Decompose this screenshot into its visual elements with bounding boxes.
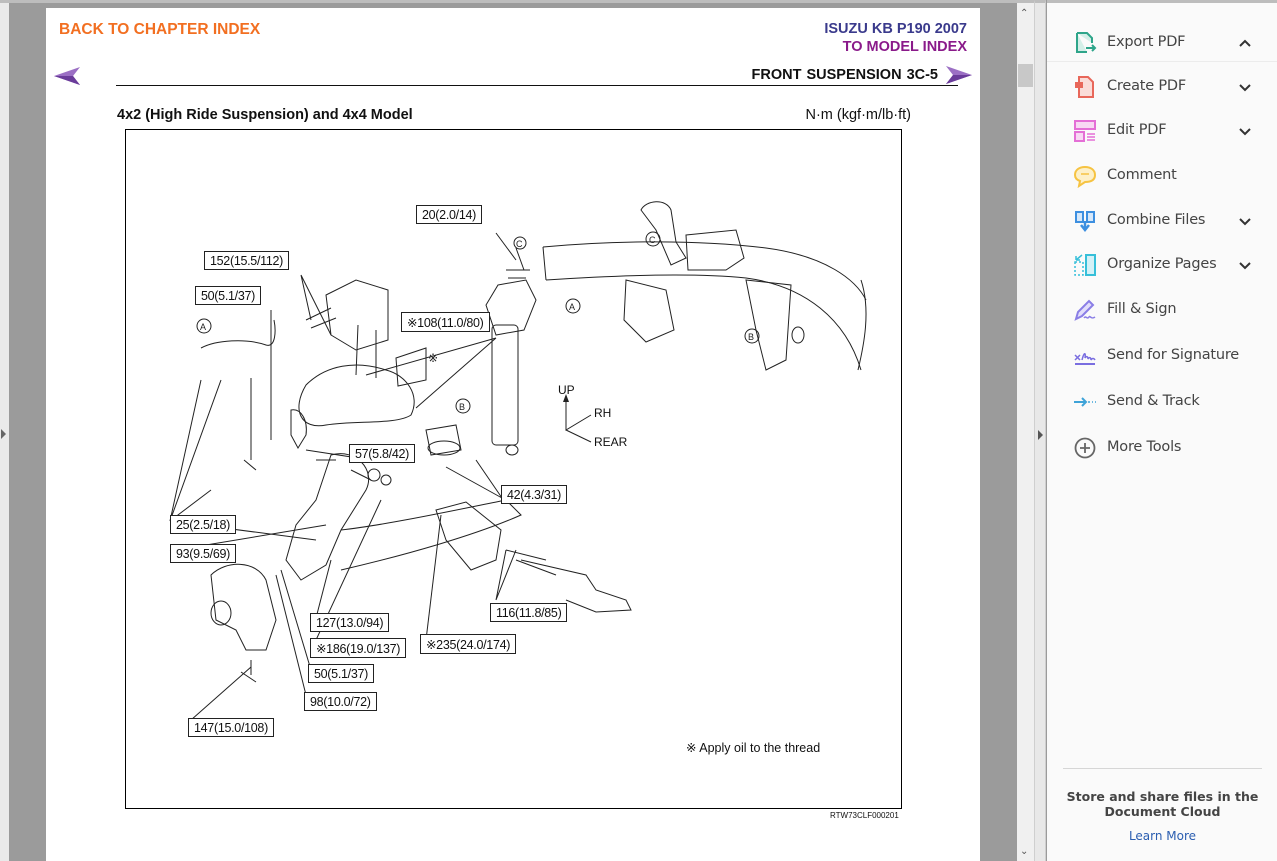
tool-label: Organize Pages (1107, 256, 1217, 272)
to-model-index-link[interactable]: TO MODEL INDEX (843, 39, 967, 55)
chevron-down-icon[interactable] (1237, 257, 1253, 273)
torque-label: ※186(19.0/137) (310, 638, 407, 658)
chevron-down-icon[interactable] (1237, 123, 1253, 139)
suspension-diagram: C A B C ※ A B 20(2.0/14) 152(15.5/112) 5… (125, 129, 902, 809)
document-viewport: BACK TO CHAPTER INDEX ISUZU KB P190 2007… (9, 0, 1017, 861)
tool-send-for-signature[interactable]: Send for Signature (1047, 338, 1277, 374)
learn-more-link[interactable]: Learn More (1063, 829, 1262, 843)
tool-create-pdf[interactable]: Create PDF (1047, 69, 1277, 105)
svg-text:※: ※ (428, 351, 438, 365)
torque-label: 50(5.1/37) (308, 664, 374, 683)
model-subtitle: 4x2 (High Ride Suspension) and 4x4 Model (117, 107, 413, 123)
axis-rh-label: RH (594, 406, 612, 420)
tool-label: Export PDF (1107, 34, 1186, 50)
pdf-reader-window: BACK TO CHAPTER INDEX ISUZU KB P190 2007… (0, 0, 1277, 861)
tool-label: Create PDF (1107, 78, 1187, 94)
left-pane-toggle[interactable] (0, 0, 9, 861)
torque-label: 20(2.0/14) (416, 205, 482, 224)
model-title: ISUZU KB P190 2007 (824, 21, 967, 37)
torque-units: N·m (kgf·m/lb·ft) (805, 107, 911, 123)
chevron-down-icon[interactable] (1237, 79, 1253, 95)
create-pdf-icon (1075, 76, 1094, 98)
back-to-chapter-index-link[interactable]: BACK TO CHAPTER INDEX (59, 21, 260, 39)
suspension-line-drawing: C A B C ※ A B (169, 201, 867, 721)
tool-label: Combine Files (1107, 212, 1206, 228)
axis-up-label: UP (558, 383, 575, 397)
tool-label: Edit PDF (1107, 122, 1167, 138)
tool-divider (1047, 61, 1277, 62)
collapse-tools-pane-icon[interactable] (1038, 430, 1043, 440)
tool-edit-pdf[interactable]: Edit PDF (1047, 113, 1277, 149)
svg-text:C: C (649, 235, 656, 245)
send-track-icon (1074, 397, 1096, 407)
tool-fill-sign[interactable]: Fill & Sign (1047, 292, 1277, 328)
svg-text:B: B (748, 332, 754, 342)
torque-label: 93(9.5/69) (170, 544, 236, 563)
tool-send-track[interactable]: Send & Track (1047, 384, 1277, 420)
tool-more-tools[interactable]: More Tools (1047, 430, 1277, 466)
expand-left-pane-icon[interactable] (1, 429, 6, 439)
combine-files-icon (1075, 211, 1095, 233)
tool-label: Send & Track (1107, 393, 1200, 409)
tool-label: Send for Signature (1107, 347, 1240, 363)
tools-pane: Export PDF Create PDF Edit PDF Comment C… (1047, 0, 1277, 861)
tool-label: More Tools (1107, 439, 1182, 455)
organize-pages-icon (1074, 254, 1096, 276)
vertical-scrollbar[interactable]: ⌃ ⌄ (1017, 0, 1034, 861)
cloud-divider (1063, 768, 1262, 769)
pdf-page: BACK TO CHAPTER INDEX ISUZU KB P190 2007… (46, 8, 980, 861)
fill-sign-icon (1074, 299, 1096, 321)
header-divider (116, 85, 958, 86)
svg-text:B: B (459, 402, 465, 412)
tool-label: Fill & Sign (1107, 301, 1177, 317)
edit-pdf-icon (1074, 120, 1096, 142)
torque-label: 152(15.5/112) (204, 251, 290, 270)
tool-combine-files[interactable]: Combine Files (1047, 203, 1277, 239)
previous-page-arrow-icon[interactable] (53, 65, 81, 87)
torque-label: 25(2.5/18) (170, 515, 236, 534)
tool-comment[interactable]: Comment (1047, 158, 1277, 194)
torque-label: 42(4.3/31) (501, 485, 567, 504)
document-cloud-promo: Store and share files in the Document Cl… (1066, 789, 1259, 819)
svg-text:A: A (200, 322, 206, 332)
torque-label: ※235(24.0/174) (420, 634, 517, 654)
svg-text:A: A (569, 302, 575, 312)
apply-oil-note: ※ Apply oil to the thread (686, 741, 821, 755)
torque-label: 147(15.0/108) (188, 718, 274, 737)
tool-export-pdf[interactable]: Export PDF (1047, 25, 1277, 61)
scrollbar-thumb[interactable] (1018, 64, 1033, 87)
torque-label: 50(5.1/37) (195, 286, 261, 305)
torque-label: 98(10.0/72) (304, 692, 377, 711)
chevron-down-icon[interactable] (1237, 213, 1253, 229)
export-pdf-icon (1076, 32, 1097, 53)
tool-organize-pages[interactable]: Organize Pages (1047, 247, 1277, 283)
chevron-up-icon[interactable] (1237, 35, 1253, 51)
figure-id: RTW73CLF000201 (830, 811, 899, 820)
torque-label: ※108(11.0/80) (401, 312, 490, 332)
next-page-arrow-icon[interactable] (945, 64, 973, 86)
more-tools-icon (1074, 437, 1096, 459)
comment-icon (1073, 165, 1097, 188)
scroll-down-icon[interactable]: ⌄ (1020, 846, 1028, 857)
tool-label: Comment (1107, 167, 1177, 183)
section-title: FRONT SUSPENSION 3C-5 (751, 67, 939, 83)
send-signature-icon (1074, 353, 1096, 365)
torque-label: 57(5.8/42) (349, 444, 415, 463)
tools-pane-toggle[interactable] (1034, 0, 1046, 861)
torque-label: 116(11.8/85) (490, 603, 568, 622)
scroll-up-icon[interactable]: ⌃ (1020, 8, 1028, 19)
svg-text:C: C (516, 239, 523, 249)
axis-rear-label: REAR (594, 435, 628, 449)
torque-label: 127(13.0/94) (310, 613, 390, 632)
